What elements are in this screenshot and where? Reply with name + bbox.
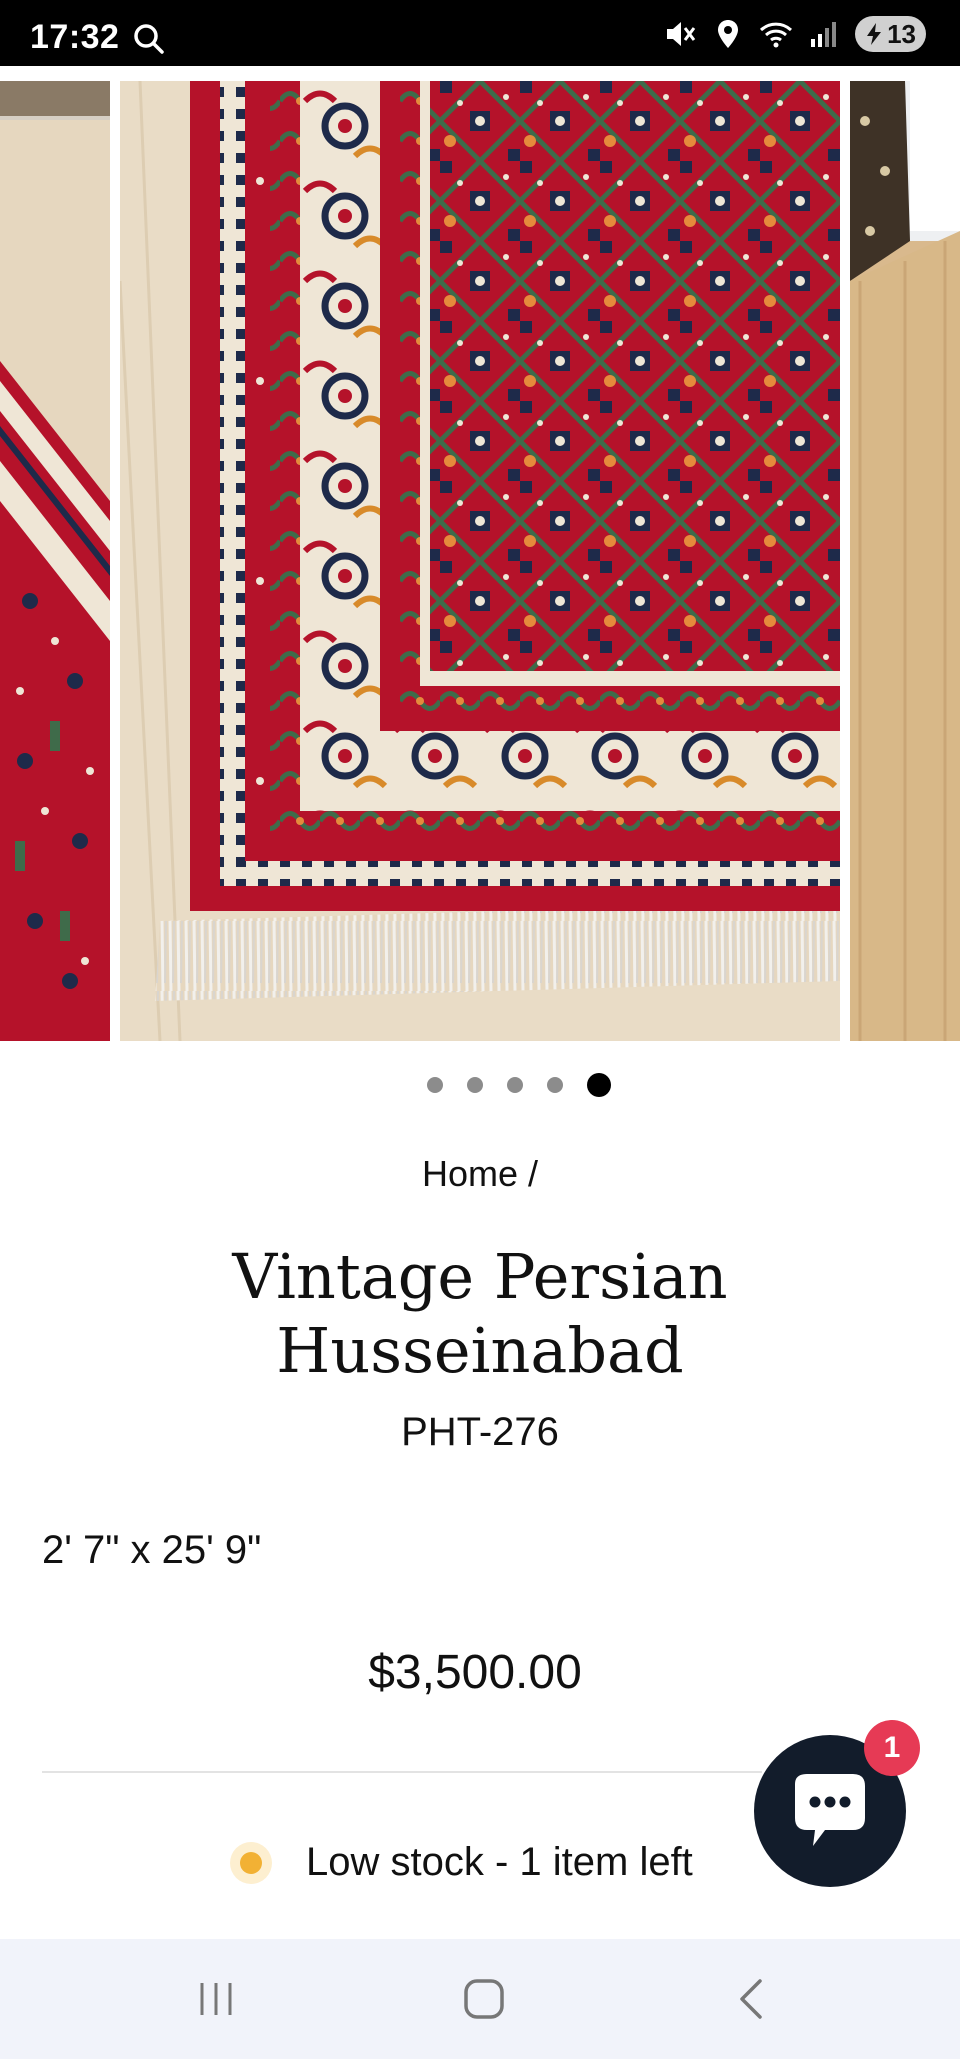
stock-status: Low stock - 1 item left <box>230 1840 693 1885</box>
system-navigation-bar <box>0 1939 960 2059</box>
breadcrumb: Home / <box>0 1153 960 1195</box>
status-time: 17:32 <box>30 18 120 56</box>
product-title: Vintage Persian Husseinabad <box>232 1240 728 1387</box>
chat-notification-badge: 1 <box>864 1720 920 1776</box>
search-icon <box>132 22 166 56</box>
location-icon <box>711 17 745 51</box>
battery-indicator: 13 <box>855 16 926 52</box>
recent-apps-button[interactable] <box>186 1969 246 2029</box>
carousel-slide-previous[interactable] <box>0 81 110 1041</box>
breadcrumb-home-link[interactable]: Home <box>422 1153 518 1194</box>
product-image-carousel[interactable] <box>0 66 960 1041</box>
back-button[interactable] <box>722 1969 782 2029</box>
carousel-pagination <box>0 1073 960 1097</box>
carousel-dot-1[interactable] <box>427 1077 443 1093</box>
rug-image-next <box>850 81 960 1041</box>
carousel-dot-5[interactable] <box>587 1073 611 1097</box>
back-icon <box>740 1979 762 2019</box>
product-size: 2' 7" x 25' 9" <box>42 1528 262 1572</box>
carousel-slide-active[interactable] <box>120 81 840 1041</box>
battery-level: 13 <box>887 18 916 49</box>
carousel-dot-2[interactable] <box>467 1077 483 1093</box>
signal-icon <box>807 17 841 51</box>
breadcrumb-separator: / <box>528 1153 539 1194</box>
product-price: $3,500.00 <box>368 1646 582 1699</box>
home-icon <box>464 1979 504 2019</box>
status-icons: 13 <box>663 14 926 54</box>
home-button[interactable] <box>454 1969 514 2029</box>
divider <box>42 1771 762 1773</box>
carousel-dot-3[interactable] <box>507 1077 523 1093</box>
recent-apps-icon <box>200 1983 232 2015</box>
product-sku: PHT-276 <box>401 1410 559 1454</box>
carousel-slide-next[interactable] <box>850 81 960 1041</box>
wifi-icon <box>759 17 793 51</box>
rug-image-main <box>120 81 840 1041</box>
stock-text: Low stock - 1 item left <box>306 1840 693 1884</box>
chat-bubble-icon <box>795 1774 865 1846</box>
status-bar: 17:32 13 <box>0 0 960 66</box>
mute-icon <box>663 17 697 51</box>
rug-image-previous <box>0 81 110 1041</box>
carousel-dot-4[interactable] <box>547 1077 563 1093</box>
charging-icon <box>867 23 882 45</box>
stock-indicator-icon <box>230 1841 272 1884</box>
